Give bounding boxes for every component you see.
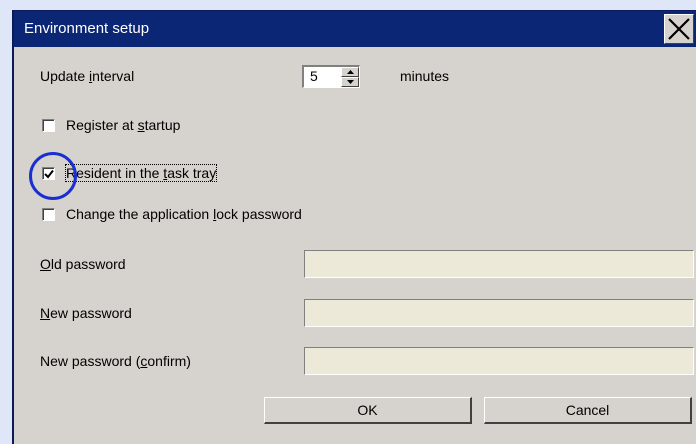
old-password-label: Old password [40, 256, 126, 272]
window-title: Environment setup [24, 20, 150, 37]
arrow-down-icon [347, 80, 354, 84]
spinner-down-button[interactable] [341, 77, 359, 87]
spinner-up-button[interactable] [341, 67, 359, 77]
change-lock-password-label: Change the application lock password [66, 206, 302, 222]
update-interval-spinner[interactable]: 5 [302, 65, 360, 88]
update-interval-value[interactable]: 5 [310, 68, 318, 84]
new-password-confirm-field[interactable] [304, 347, 694, 375]
change-lock-password-checkbox[interactable] [42, 208, 55, 221]
highlight-circle [29, 152, 77, 200]
cancel-button[interactable]: Cancel [484, 397, 692, 424]
environment-setup-dialog: Environment setup Update interval 5 minu… [12, 10, 696, 444]
close-icon [668, 18, 690, 40]
update-interval-unit: minutes [400, 68, 450, 84]
arrow-up-icon [347, 70, 354, 74]
close-button[interactable] [664, 14, 694, 44]
spinner-buttons [341, 67, 359, 87]
new-password-label: New password [40, 305, 132, 321]
new-password-field[interactable] [304, 299, 694, 327]
title-bar: Environment setup [14, 11, 696, 47]
ok-button[interactable]: OK [264, 397, 472, 424]
update-interval-label: Update interval [40, 68, 135, 84]
new-password-confirm-label: New password (confirm) [40, 353, 191, 369]
register-at-startup-label: Register at startup [66, 117, 181, 133]
old-password-field[interactable] [304, 250, 694, 278]
resident-in-tray-label: Resident in the task tray [64, 164, 218, 182]
register-at-startup-checkbox[interactable] [42, 119, 55, 132]
